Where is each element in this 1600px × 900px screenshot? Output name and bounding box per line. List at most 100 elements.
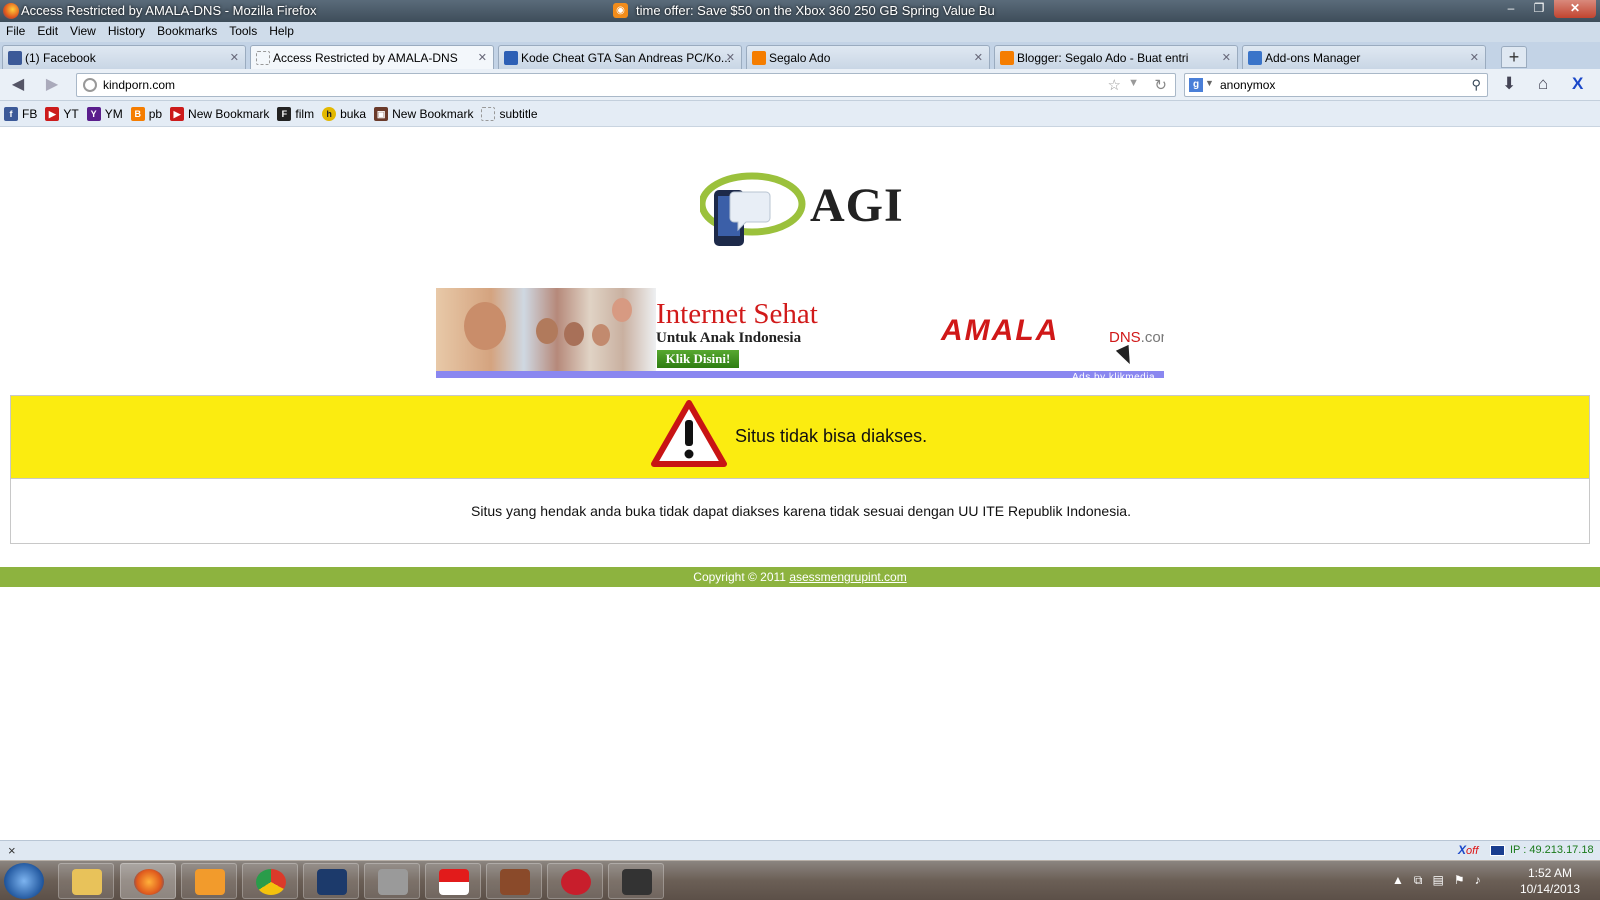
- search-icon[interactable]: ⚲: [1471, 77, 1481, 93]
- close-icon[interactable]: ✕: [974, 51, 983, 64]
- search-bar[interactable]: g ▼ anonymox ⚲: [1184, 73, 1488, 97]
- app-taskbar-button[interactable]: [364, 863, 420, 899]
- anonymox-status[interactable]: Xoff: [1458, 843, 1478, 857]
- facebook-icon: [8, 51, 22, 65]
- menu-edit[interactable]: Edit: [31, 22, 64, 42]
- bookmark-label: YM: [104, 106, 123, 121]
- new-tab-button[interactable]: +: [1501, 46, 1527, 68]
- bookmark-ym[interactable]: Y YM: [86, 106, 123, 121]
- message-box: Situs yang hendak anda buka tidak dapat …: [10, 479, 1590, 544]
- reload-icon[interactable]: ↻: [1154, 76, 1167, 94]
- url-bar[interactable]: kindporn.com ☆ ▼ ↻: [76, 73, 1176, 97]
- device-icon[interactable]: ▤: [1432, 873, 1443, 888]
- blank-page-icon: [256, 51, 270, 65]
- network-icon[interactable]: ⧉: [1414, 873, 1423, 888]
- game-taskbar-button[interactable]: [486, 863, 542, 899]
- warning-box: Situs tidak bisa diakses.: [10, 395, 1590, 479]
- site-icon: ▣: [374, 106, 389, 121]
- tab-blogger[interactable]: Blogger: Segalo Ado - Buat entri ✕: [994, 45, 1238, 69]
- firefox-icon[interactable]: [3, 3, 19, 19]
- tab-access-restricted[interactable]: Access Restricted by AMALA-DNS ✕: [250, 45, 494, 70]
- bookmark-new-bookmark-1[interactable]: ▶ New Bookmark: [170, 106, 269, 121]
- tab-label: Access Restricted by AMALA-DNS: [273, 51, 458, 65]
- bookmark-subtitle[interactable]: subtitle: [481, 106, 538, 121]
- rss-ticker[interactable]: time offer: Save $50 on the Xbox 360 250…: [636, 3, 995, 18]
- children-photo: [436, 288, 656, 374]
- close-icon[interactable]: ✕: [1470, 51, 1479, 64]
- tab-addons-manager[interactable]: Add-ons Manager ✕: [1242, 45, 1486, 69]
- system-clock[interactable]: 1:52 AM 10/14/2013: [1510, 865, 1590, 897]
- tab-kode-cheat[interactable]: Kode Cheat GTA San Andreas PC/Ko... ✕: [498, 45, 742, 69]
- page-footer: Copyright © 2011 asessmengrupint.com: [0, 567, 1600, 587]
- chrome-taskbar-button[interactable]: [242, 863, 298, 899]
- close-icon[interactable]: ✕: [1222, 51, 1231, 64]
- site-identity-icon[interactable]: [83, 78, 97, 92]
- blogger-icon: [1000, 51, 1014, 65]
- bookmark-buka[interactable]: h buka: [322, 106, 367, 121]
- amala-dns-suffix: DNS.com: [1109, 329, 1164, 346]
- anonymox-icon[interactable]: X: [1572, 74, 1583, 94]
- bookmark-label: New Bookmark: [392, 106, 474, 121]
- ad-banner[interactable]: Internet Sehat Untuk Anak Indonesia Klik…: [436, 288, 1164, 378]
- tray-expand-icon[interactable]: ▲: [1392, 873, 1404, 888]
- banner-headline: Internet Sehat: [656, 298, 818, 330]
- yahoo-icon: Y: [86, 106, 101, 121]
- menu-file[interactable]: File: [0, 22, 31, 42]
- bookmark-yt[interactable]: ▶ YT: [45, 106, 79, 121]
- blank-page-icon: [481, 106, 496, 121]
- flag-tray-icon[interactable]: ⚑: [1454, 873, 1465, 888]
- tab-segalo-ado[interactable]: Segalo Ado ✕: [746, 45, 990, 69]
- bookmarks-toolbar: f FB ▶ YT Y YM B pb ▶ New Bookmark F fil…: [0, 101, 1600, 127]
- url-text[interactable]: kindporn.com: [103, 78, 175, 92]
- logo-text: AGI: [810, 179, 904, 232]
- photoshop-taskbar-button[interactable]: [303, 863, 359, 899]
- back-arrow-icon[interactable]: ◀: [8, 75, 28, 95]
- close-icon[interactable]: ✕: [478, 51, 487, 64]
- app-s-taskbar-button[interactable]: [547, 863, 603, 899]
- start-button-icon[interactable]: [4, 863, 44, 899]
- google-search-engine-icon[interactable]: g: [1189, 78, 1203, 92]
- tab-facebook[interactable]: (1) Facebook ✕: [2, 45, 246, 69]
- bookmark-fb[interactable]: f FB: [4, 106, 37, 121]
- bookmark-film[interactable]: F film: [277, 106, 314, 121]
- bookmark-star-icon[interactable]: ☆: [1108, 76, 1121, 94]
- explorer-taskbar-button[interactable]: [58, 863, 114, 899]
- volume-icon[interactable]: ♪: [1475, 873, 1481, 888]
- film-icon: F: [277, 106, 292, 121]
- url-dropdown-icon[interactable]: ▼: [1128, 77, 1139, 89]
- media-player-icon: [195, 869, 225, 895]
- close-window-button[interactable]: ✕: [1554, 0, 1596, 18]
- menu-tools[interactable]: Tools: [223, 22, 263, 42]
- search-engine-dropdown-icon[interactable]: ▼: [1205, 78, 1214, 88]
- menu-history[interactable]: History: [102, 22, 151, 42]
- agi-logo: AGI: [698, 172, 910, 252]
- restore-button[interactable]: ❐: [1526, 0, 1552, 18]
- bookmark-label: buka: [340, 106, 367, 121]
- home-icon[interactable]: ⌂: [1538, 74, 1548, 94]
- download-icon[interactable]: ⬇: [1502, 74, 1516, 94]
- ads-by-label[interactable]: Ads by klikmedia: [1072, 372, 1155, 383]
- flag-app-taskbar-button[interactable]: [425, 863, 481, 899]
- tab-label: Blogger: Segalo Ado - Buat entri: [1017, 51, 1189, 65]
- menu-view[interactable]: View: [64, 22, 102, 42]
- banner-click-button[interactable]: Klik Disini!: [657, 350, 739, 368]
- bookmark-new-bookmark-2[interactable]: ▣ New Bookmark: [374, 106, 474, 121]
- player-321-taskbar-button[interactable]: [608, 863, 664, 899]
- minimize-button[interactable]: –: [1498, 0, 1524, 18]
- close-icon[interactable]: ✕: [230, 51, 239, 64]
- face: [592, 324, 610, 346]
- menu-help[interactable]: Help: [263, 22, 300, 42]
- firefox-taskbar-button[interactable]: [120, 863, 176, 899]
- menu-bookmarks[interactable]: Bookmarks: [151, 22, 223, 42]
- tab-label: Kode Cheat GTA San Andreas PC/Ko...: [521, 51, 731, 65]
- search-input[interactable]: anonymox: [1220, 78, 1275, 92]
- media-player-taskbar-button[interactable]: [181, 863, 237, 899]
- bookmark-pb[interactable]: B pb: [130, 106, 163, 121]
- footer-link[interactable]: asessmengrupint.com: [789, 570, 906, 584]
- anonymox-x: X: [1458, 843, 1467, 857]
- close-icon[interactable]: ✕: [726, 51, 735, 64]
- close-addon-bar-icon[interactable]: ×: [8, 843, 16, 858]
- forward-arrow-icon[interactable]: ▶: [42, 75, 62, 95]
- page-content: AGI Internet Sehat Untuk Anak Indonesia …: [0, 127, 1600, 840]
- bookmark-label: pb: [148, 106, 163, 121]
